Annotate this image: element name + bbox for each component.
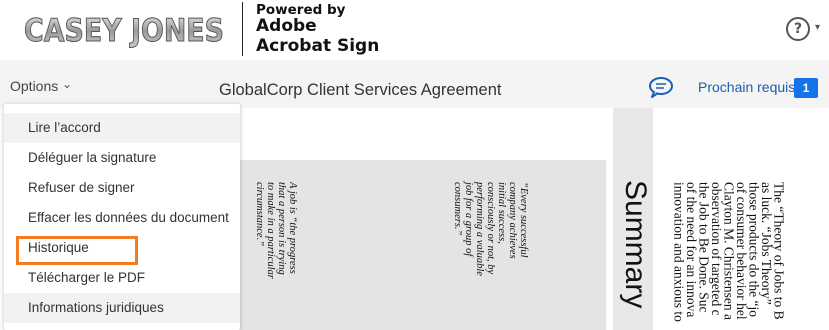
- brand-acrobat-sign: Acrobat Sign: [256, 36, 380, 56]
- app-header: CASEY JONES Powered by Adobe Acrobat Sig…: [0, 0, 829, 60]
- menu-item-decline-to-sign[interactable]: Refuser de signer: [4, 173, 240, 203]
- document-toolbar: Options ⌄ GlobalCorp Client Services Agr…: [0, 60, 829, 108]
- options-menu: Lire l’accord Déléguer la signature Refu…: [4, 104, 240, 330]
- summary-heading: Summary: [619, 180, 652, 309]
- menu-item-legal-information[interactable]: Informations juridiques: [4, 293, 240, 323]
- options-button[interactable]: Options: [10, 78, 58, 94]
- menu-item-read-agreement[interactable]: Lire l’accord: [4, 113, 240, 143]
- help-caret-icon[interactable]: ▾: [815, 22, 820, 33]
- quote-successful-company: “Every successful company achieves initial…: [452, 182, 529, 276]
- help-icon[interactable]: ?: [786, 17, 810, 41]
- svg-text:CASEY JONES: CASEY JONES: [24, 13, 224, 48]
- document-title: GlobalCorp Client Services Agreement: [219, 81, 502, 99]
- chevron-down-icon[interactable]: ⌄: [62, 77, 72, 91]
- next-required-button[interactable]: Prochain requis: [698, 79, 795, 95]
- history-highlight-annotation: [16, 236, 138, 265]
- menu-item-clear-document-data[interactable]: Effacer les données du document: [4, 203, 240, 233]
- menu-item-delegate-signature[interactable]: Déléguer la signature: [4, 143, 240, 173]
- document-body-text: The “Theory of Jobs to Bas luck. “Jobs T…: [671, 182, 787, 322]
- comment-icon[interactable]: [648, 76, 674, 98]
- menu-item-download-pdf[interactable]: Télécharger le PDF: [4, 263, 240, 293]
- next-required-count-badge[interactable]: 1: [794, 78, 818, 98]
- casey-jones-logo: CASEY JONES: [24, 13, 225, 49]
- header-divider: [242, 2, 243, 56]
- quote-job-definition: A job is “the progress that a person is t…: [254, 182, 298, 279]
- brand-adobe: Adobe: [256, 16, 317, 36]
